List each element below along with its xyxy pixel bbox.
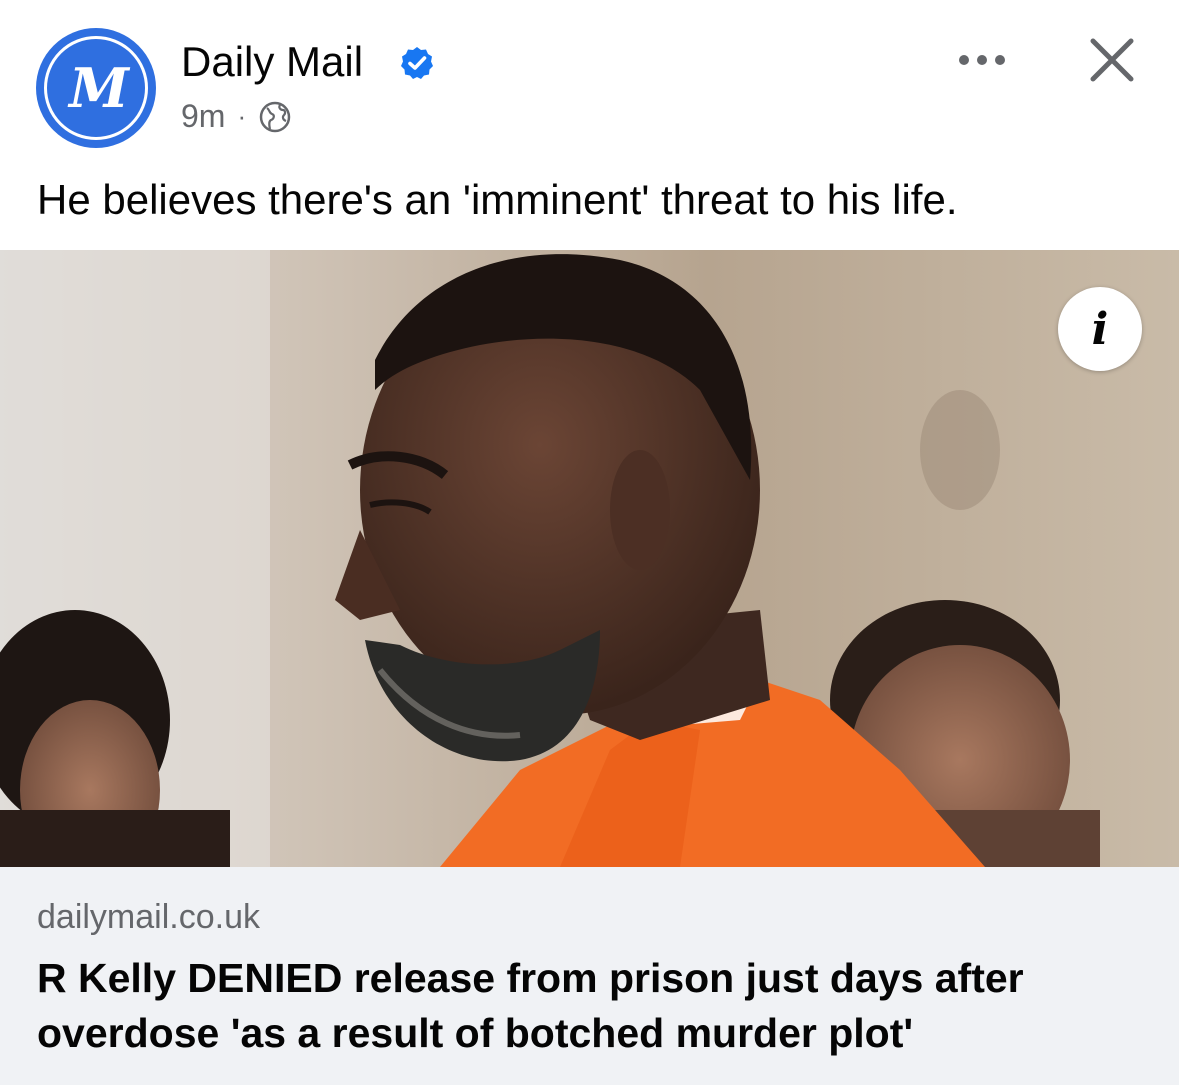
link-headline[interactable]: R Kelly DENIED release from prison just …: [37, 951, 1147, 1061]
link-domain: dailymail.co.uk: [37, 898, 260, 936]
page-name-link[interactable]: Daily Mail: [181, 38, 363, 86]
globe-icon: [259, 101, 291, 132]
verified-badge-icon: [401, 47, 433, 79]
meta-separator: ·: [237, 101, 247, 131]
article-photo[interactable]: [0, 250, 1179, 867]
post-meta: 9m ·: [181, 98, 292, 135]
post-caption: He believes there's an 'imminent' threat…: [37, 176, 958, 223]
page-avatar[interactable]: M: [36, 28, 156, 148]
more-options-icon: [959, 55, 1005, 65]
post-timestamp[interactable]: 9m: [181, 98, 225, 135]
photo-illustration: [0, 250, 1179, 867]
post-header: M Daily Mail 9m ·: [0, 0, 1179, 148]
avatar-logo-letters: M: [69, 56, 129, 120]
info-button[interactable]: i: [1058, 287, 1142, 371]
more-options-button[interactable]: [952, 40, 1012, 80]
close-icon[interactable]: [1086, 34, 1138, 86]
